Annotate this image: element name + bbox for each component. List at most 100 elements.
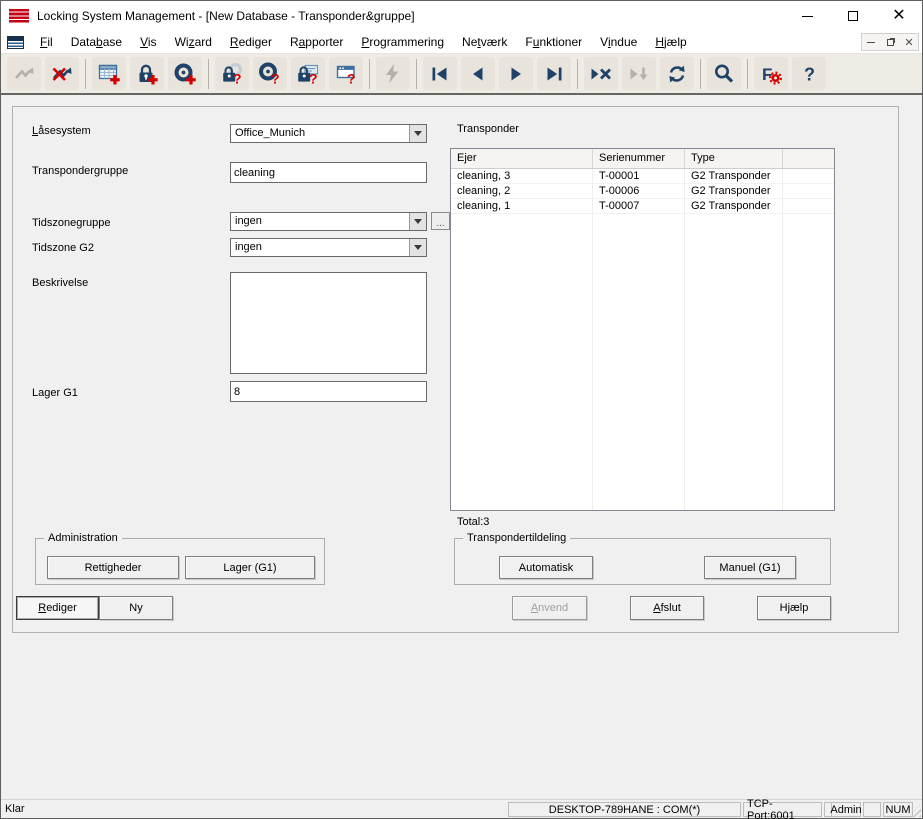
laasesystem-select[interactable]: Office_Munich [230,124,427,143]
ny-button[interactable]: Ny [99,596,173,620]
read-lock-icon: ? [220,62,244,86]
window-title: Locking System Management - [New Databas… [37,9,415,23]
menu-item-rediger[interactable]: Rediger [221,32,281,52]
menu-item-fil[interactable]: Fil [31,32,62,52]
import-record-button[interactable] [622,57,656,90]
read-g1-lock-button[interactable]: ? [291,57,325,90]
menu-item-hjaelp[interactable]: Hjælp [646,32,695,52]
new-lock-button[interactable] [130,57,164,90]
read-network-button[interactable]: ? [329,57,363,90]
tidszone-g2-label: Tidszone G2 [32,242,94,254]
beskrivelse-textarea[interactable] [230,272,427,374]
close-button[interactable]: ✕ [876,1,922,31]
maximize-button[interactable] [830,1,876,31]
first-record-button[interactable] [423,57,457,90]
tidszone-g2-value: ingen [235,241,262,253]
cell-type: G2 Transponder [685,199,783,213]
filter-settings-button[interactable]: F [754,57,788,90]
menu-item-vis[interactable]: Vis [131,32,165,52]
hjaelp-button[interactable]: Hjælp [757,596,831,620]
new-locking-system-button[interactable] [92,57,126,90]
mdi-document-icon[interactable] [7,36,24,49]
close-icon: ✕ [892,8,905,24]
tidszonegruppe-select[interactable]: ingen [230,212,427,231]
table-row[interactable]: cleaning, 1 T-00007 G2 Transponder [451,199,834,214]
status-user: Admin [831,802,861,817]
connect-button[interactable] [7,57,41,90]
tidszonegruppe-dropdown-button[interactable] [409,213,426,230]
lager-g1-input[interactable] [230,381,427,402]
toolbar-separator [747,59,748,89]
chevron-down-icon [414,219,422,224]
transponder-total: Total:3 [457,516,489,528]
anvend-button[interactable]: Anvend [512,596,587,620]
mdi-minimize-button[interactable] [862,34,880,50]
program-button[interactable] [376,57,410,90]
new-locking-system-icon [97,62,121,86]
laasesystem-dropdown-button[interactable] [409,125,426,142]
help-button[interactable]: ? [792,57,826,90]
menu-item-database[interactable]: Database [62,32,131,52]
toolbar-separator [416,59,417,89]
mdi-restore-button[interactable] [881,34,899,50]
filter-settings-icon: F [759,62,783,86]
toolbar-separator [577,59,578,89]
tidszone-g2-dropdown-button[interactable] [409,239,426,256]
lager-g1-button[interactable]: Lager (G1) [185,556,315,579]
afslut-button[interactable]: Afslut [630,596,704,620]
title-bar: Locking System Management - [New Databas… [1,1,922,31]
column-header-ejer[interactable]: Ejer [451,149,593,168]
status-host: DESKTOP-789HANE : COM(*) [508,802,741,817]
disconnect-icon [50,62,74,86]
help-icon: ? [797,62,821,86]
program-icon [381,62,405,86]
transponder-table-header: Ejer Serienummer Type [451,149,834,169]
transpondertildeling-group-title: Transpondertildeling [463,532,570,544]
tidszonegruppe-more-button[interactable]: ... [431,212,450,230]
menu-item-vindue[interactable]: Vindue [591,32,646,52]
menu-item-rapporter[interactable]: Rapporter [281,32,352,52]
toolbar-separator [700,59,701,89]
svg-text:?: ? [309,70,318,86]
transpondergruppe-label: Transpondergruppe [32,165,128,177]
read-transponder-button[interactable]: ? [253,57,287,90]
rettigheder-button[interactable]: Rettigheder [47,556,179,579]
next-record-button[interactable] [499,57,533,90]
column-header-blank[interactable] [783,149,834,168]
search-icon [712,62,736,86]
toolbar-separator [369,59,370,89]
tidszone-g2-select[interactable]: ingen [230,238,427,257]
cell-ejer: cleaning, 2 [451,184,593,198]
administration-group-title: Administration [44,532,122,544]
search-button[interactable] [707,57,741,90]
menu-item-programmering[interactable]: Programmering [352,32,453,52]
beskrivelse-label: Beskrivelse [32,277,88,289]
cell-type: G2 Transponder [685,169,783,183]
previous-record-button[interactable] [461,57,495,90]
table-row[interactable]: cleaning, 2 T-00006 G2 Transponder [451,184,834,199]
lager-g1-label: Lager G1 [32,387,78,399]
delete-record-button[interactable] [584,57,618,90]
rediger-button[interactable]: Rediger [16,596,99,620]
cell-ejer: cleaning, 1 [451,199,593,213]
transponder-group-form: Låsesystem Transpondergruppe Tidszonegru… [12,106,899,633]
automatisk-button[interactable]: Automatisk [499,556,593,579]
column-header-serienummer[interactable]: Serienummer [593,149,685,168]
svg-text:?: ? [804,64,815,84]
menu-item-netvaerk[interactable]: Netværk [453,32,516,52]
toolbar: ? ? ? [1,54,922,95]
mdi-close-button[interactable]: ✕ [900,34,918,50]
refresh-button[interactable] [660,57,694,90]
table-row[interactable]: cleaning, 3 T-00001 G2 Transponder [451,169,834,184]
mdi-minimize-icon [867,42,875,43]
last-record-button[interactable] [537,57,571,90]
menu-item-funktioner[interactable]: Funktioner [516,32,591,52]
new-transponder-button[interactable] [168,57,202,90]
minimize-button[interactable] [784,1,830,31]
manuel-g1-button[interactable]: Manuel (G1) [704,556,796,579]
column-header-type[interactable]: Type [685,149,783,168]
menu-item-wizard[interactable]: Wizard [166,32,221,52]
read-lock-button[interactable]: ? [215,57,249,90]
transpondergruppe-input[interactable] [230,162,427,183]
disconnect-button[interactable] [45,57,79,90]
